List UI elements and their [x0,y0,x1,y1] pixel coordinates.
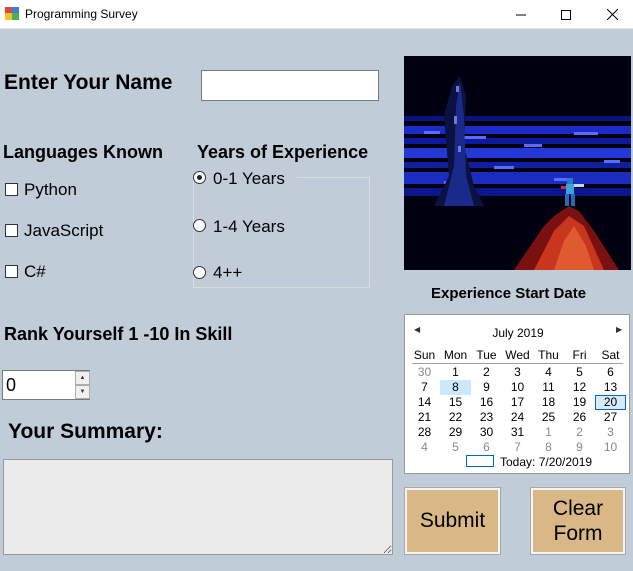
calendar-day-cell[interactable]: 23 [471,410,502,425]
csharp-label[interactable]: C# [24,262,46,282]
calendar-day-cell[interactable]: 8 [533,440,564,455]
calendar-day-cell[interactable]: 4 [533,365,564,380]
pixel-art-scene [404,56,631,270]
calendar-day-cell[interactable]: 5 [440,440,471,455]
minimize-icon [516,14,526,15]
calendar-day-cell[interactable]: 3 [595,425,626,440]
calendar-day-cell[interactable]: 3 [502,365,533,380]
name-label: Enter Your Name [4,71,173,94]
calendar-label: Experience Start Date [431,285,587,302]
calendar-day-cell[interactable]: 17 [502,395,533,410]
chevron-up-icon: ▲ [79,375,86,381]
csharp-checkbox[interactable] [5,265,18,278]
calendar-day-header: Tue [476,348,497,362]
calendar-day-cell[interactable]: 28 [409,425,440,440]
calendar-day-cell[interactable]: 5 [564,365,595,380]
calendar-day-cell[interactable]: 1 [440,365,471,380]
minimize-button[interactable] [498,0,544,29]
calendar-day-cell[interactable]: 15 [440,395,471,410]
calendar-day-cell[interactable]: 13 [595,380,626,395]
clear-form-label-line2: Form [553,522,603,545]
window-title: Programming Survey [25,7,138,21]
calendar-day-cell[interactable]: 30 [471,425,502,440]
chevron-down-icon: ▼ [79,389,86,395]
calendar-day-cell[interactable]: 12 [564,380,595,395]
maximize-icon [561,9,571,20]
calendar-day-cell[interactable]: 2 [564,425,595,440]
calendar-day-header: Wed [505,348,530,362]
rank-value[interactable]: 0 [6,375,16,396]
rank-label: Rank Yourself 1 -10 In Skill [4,324,233,344]
summary-label: Your Summary: [8,420,163,443]
calendar-day-cell[interactable]: 11 [533,380,564,395]
experience-0-1-label[interactable]: 0-1 Years [213,169,285,189]
clear-form-label-line1: Clear [552,496,604,520]
calendar-day-cell[interactable]: 14 [409,395,440,410]
calendar-day-header: Sun [413,348,436,362]
calendar-day-cell[interactable]: 24 [502,410,533,425]
today-link[interactable]: Today: 7/20/2019 [500,455,592,469]
calendar-day-cell[interactable]: 22 [440,410,471,425]
calendar-day-cell[interactable]: 25 [533,410,564,425]
summary-textarea[interactable] [3,459,393,555]
name-input[interactable] [201,70,379,101]
python-label[interactable]: Python [24,180,77,200]
calendar-day-cell[interactable]: 6 [595,365,626,380]
calendar-day-cell[interactable]: 7 [502,440,533,455]
calendar-day-cell[interactable]: 7 [409,380,440,395]
experience-0-1-radio[interactable] [193,171,206,184]
calendar-month-title[interactable]: July 2019 [405,326,631,340]
calendar-day-cell[interactable]: 9 [564,440,595,455]
calendar-day-cell[interactable]: 29 [440,425,471,440]
calendar-day-header: Sat [601,348,620,362]
experience-4-plus-label[interactable]: 4++ [213,263,242,283]
languages-label: Languages Known [3,142,164,162]
calendar-day-cell[interactable]: 18 [533,395,564,410]
calendar-divider [412,363,623,364]
app-icon [5,7,19,20]
javascript-label[interactable]: JavaScript [24,221,103,241]
close-button[interactable] [589,0,633,29]
clear-form-button[interactable]: Clear Form [530,487,626,555]
game-artwork-image [404,56,631,270]
groupbox-border [297,177,370,178]
calendar-day-header: Thu [538,348,559,362]
calendar-day-cell[interactable]: 20 [595,395,626,410]
javascript-checkbox[interactable] [5,224,18,237]
calendar-day-cell[interactable]: 16 [471,395,502,410]
spin-down-button[interactable]: ▼ [75,385,90,399]
maximize-button[interactable] [543,0,589,29]
month-calendar[interactable]: ◀ July 2019 ▶ Sun Mon Tue Wed Thu Fri Sat 30 1 2 3… [404,314,630,474]
experience-4-plus-radio[interactable] [193,266,206,279]
calendar-day-cell[interactable]: 6 [471,440,502,455]
calendar-day-cell[interactable]: 8 [440,380,471,395]
calendar-day-cell[interactable]: 21 [409,410,440,425]
calendar-day-cell[interactable]: 27 [595,410,626,425]
experience-label: Years of Experience [197,142,369,162]
calendar-day-cell[interactable]: 30 [409,365,440,380]
close-icon [606,9,618,20]
today-marker-icon [466,455,494,467]
calendar-day-header: Mon [443,348,468,362]
calendar-day-cell[interactable]: 19 [564,395,595,410]
title-bar: Programming Survey [0,0,633,29]
calendar-day-cell[interactable]: 10 [595,440,626,455]
calendar-day-cell[interactable]: 1 [533,425,564,440]
python-checkbox[interactable] [5,183,18,196]
calendar-day-cell[interactable]: 26 [564,410,595,425]
spin-up-button[interactable]: ▲ [75,371,90,385]
calendar-day-cell[interactable]: 9 [471,380,502,395]
calendar-day-cell[interactable]: 31 [502,425,533,440]
calendar-day-cell[interactable]: 2 [471,365,502,380]
submit-button[interactable]: Submit [404,487,501,555]
experience-1-4-label[interactable]: 1-4 Years [213,217,285,237]
calendar-day-cell[interactable]: 10 [502,380,533,395]
calendar-day-header: Fri [572,348,587,362]
next-month-icon[interactable]: ▶ [616,325,622,334]
calendar-day-cell[interactable]: 4 [409,440,440,455]
experience-1-4-radio[interactable] [193,219,206,232]
rank-spinner[interactable]: 0 ▲ ▼ [2,370,90,400]
